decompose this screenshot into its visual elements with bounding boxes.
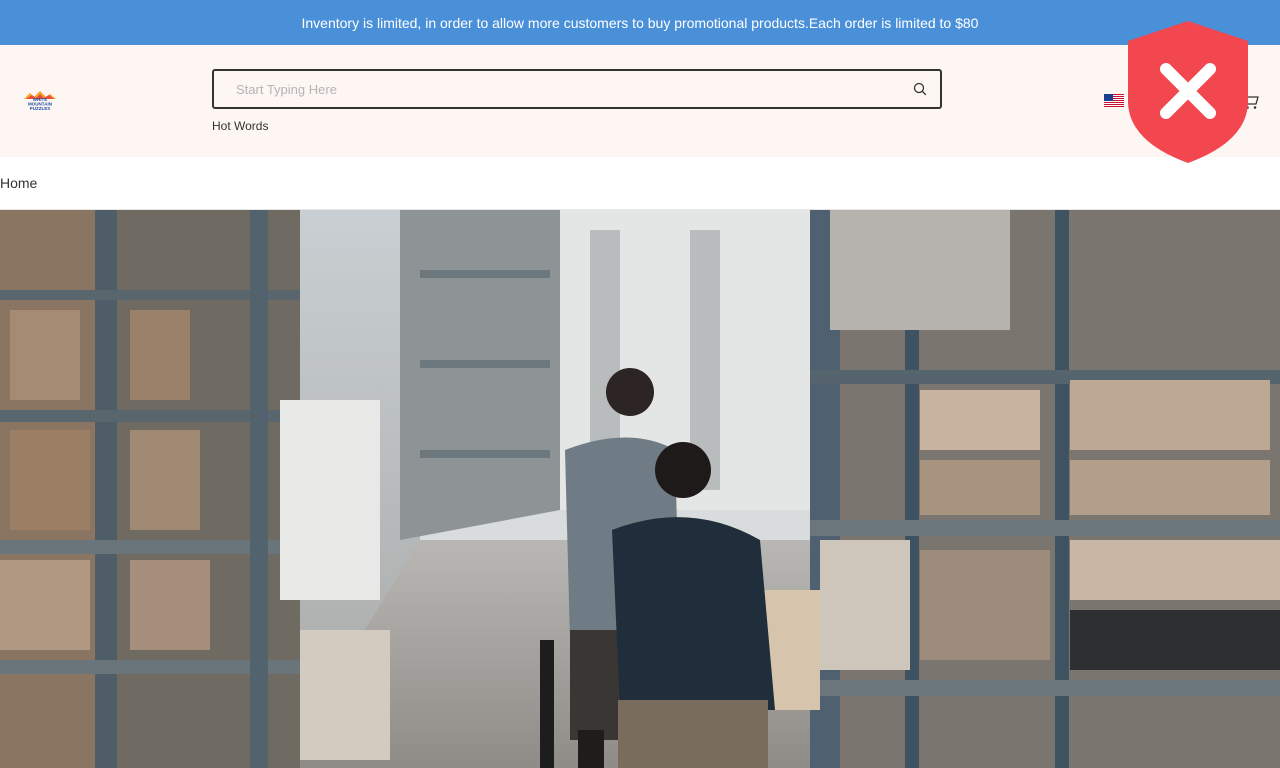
search-button[interactable] (900, 71, 940, 107)
site-header: WHITE MOUNTAIN PUZZLES Hot Words (0, 45, 1280, 157)
logo-line-3: PUZZLES (30, 106, 51, 111)
logo-graphic: WHITE MOUNTAIN PUZZLES (24, 91, 56, 111)
search-input[interactable] (214, 71, 900, 107)
us-flag-icon (1104, 94, 1124, 107)
site-logo[interactable]: WHITE MOUNTAIN PUZZLES (22, 89, 58, 111)
currency-selector[interactable] (1104, 94, 1124, 107)
breadcrumb: Home (0, 157, 1280, 210)
breadcrumb-home-link[interactable]: Home (0, 175, 37, 191)
security-warning-badge (1126, 19, 1250, 165)
search-icon (913, 82, 927, 96)
hot-words-label: Hot Words (212, 119, 269, 133)
shield-error-icon (1128, 21, 1248, 163)
search-box (212, 69, 942, 109)
warehouse-photo (0, 210, 1280, 768)
announcement-bar: Inventory is limited, in order to allow … (0, 0, 1280, 45)
announcement-text: Inventory is limited, in order to allow … (301, 14, 979, 31)
hero-image (0, 210, 1280, 768)
